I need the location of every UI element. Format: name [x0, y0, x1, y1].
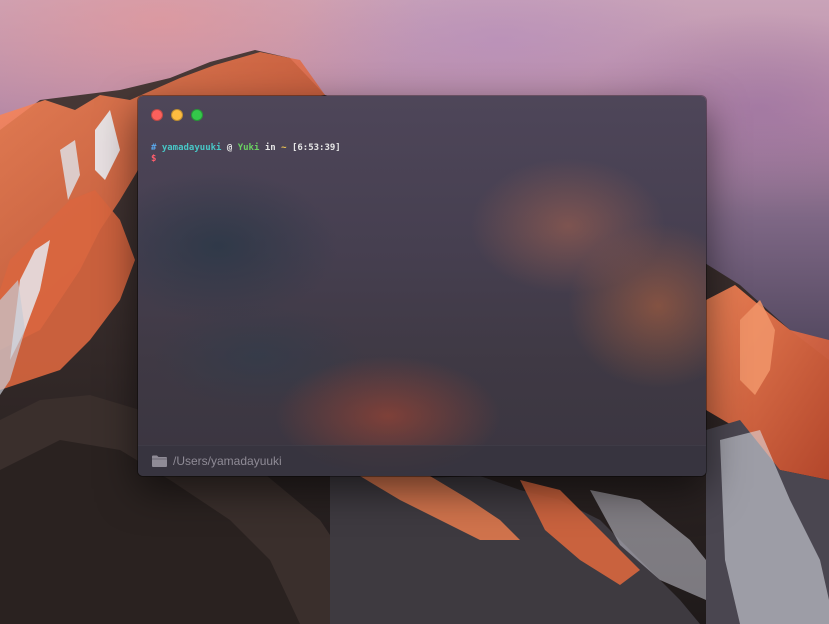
prompt-user: yamadayuuki [161, 143, 222, 153]
prompt-host: Yuki [237, 143, 260, 153]
input-line[interactable]: $ [151, 154, 696, 165]
current-path: /Users/yamadayuuki [173, 454, 282, 468]
prompt-dollar: $ [151, 154, 157, 164]
prompt-directory: ~ [281, 143, 287, 153]
folder-icon [152, 455, 167, 467]
status-bar: /Users/yamadayuuki [138, 445, 706, 476]
terminal-window[interactable]: # yamadayuuki @ Yuki in ~ [6:53:39] $ /Us… [138, 96, 706, 476]
minimize-button[interactable] [171, 109, 183, 121]
prompt-line: # yamadayuuki @ Yuki in ~ [6:53:39] [151, 143, 696, 154]
terminal-output[interactable]: # yamadayuuki @ Yuki in ~ [6:53:39] $ [151, 143, 696, 165]
prompt-at: @ [226, 143, 233, 153]
prompt-hash: # [151, 143, 157, 153]
prompt-time: [6:53:39] [291, 143, 341, 153]
maximize-button[interactable] [191, 109, 203, 121]
titlebar[interactable] [138, 96, 706, 132]
close-button[interactable] [151, 109, 163, 121]
prompt-in: in [264, 143, 276, 153]
